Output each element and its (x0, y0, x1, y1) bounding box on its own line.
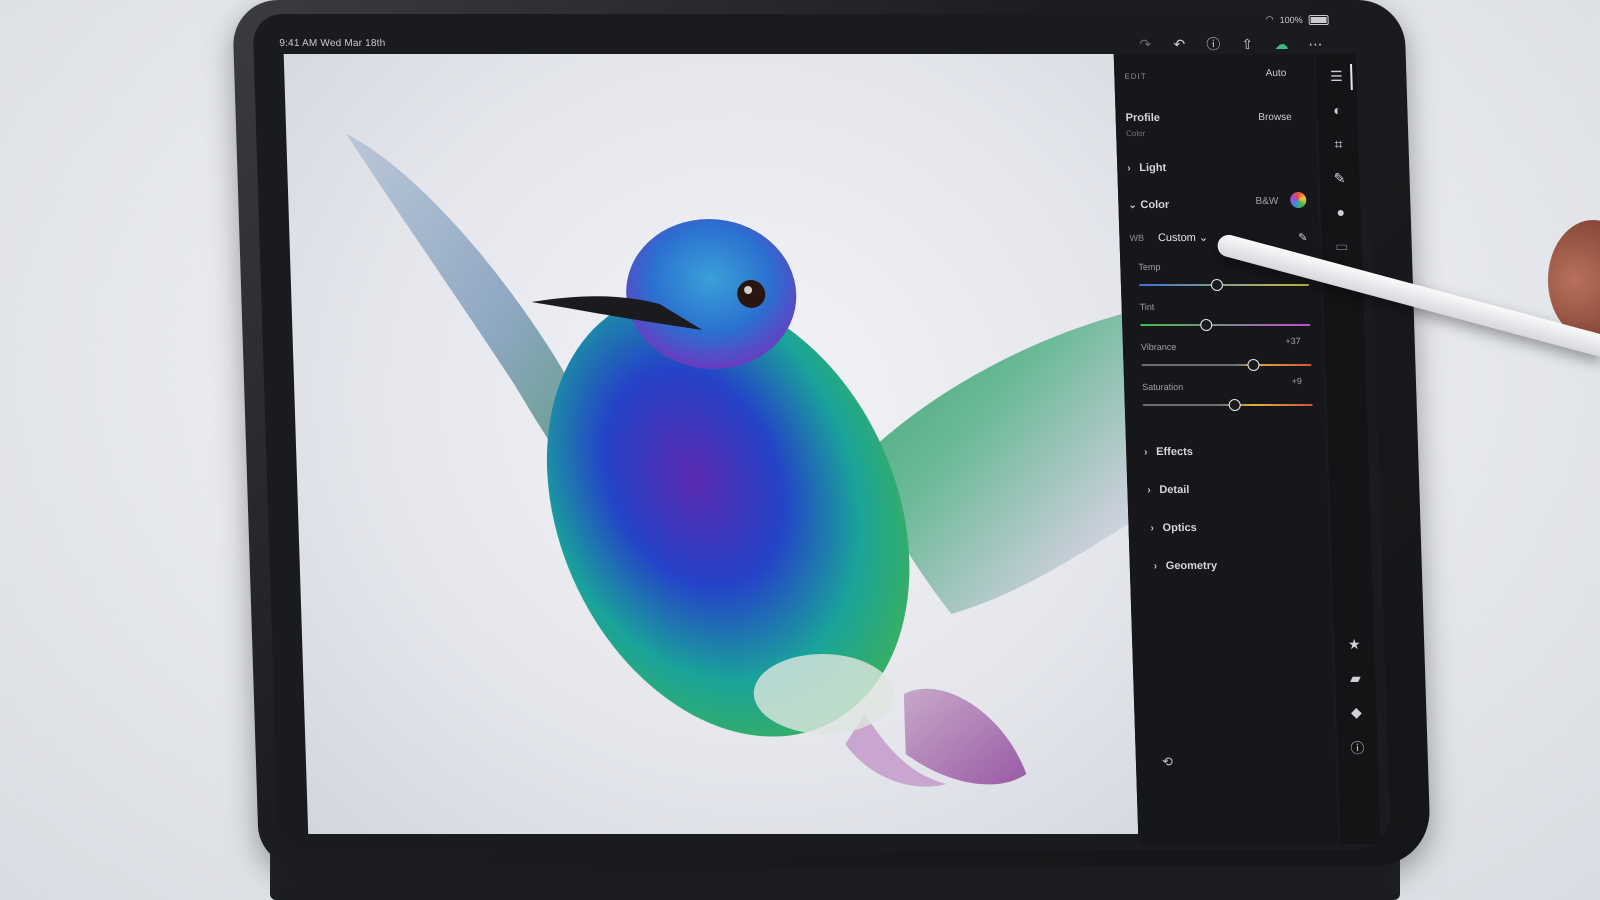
wb-label: WB (1129, 232, 1145, 243)
chevron-right-icon: › (1127, 162, 1131, 174)
auto-button[interactable]: Auto (1266, 68, 1287, 79)
status-indicators: ◠ 100% (1266, 14, 1329, 25)
undo-icon[interactable]: ↶ (1169, 34, 1190, 54)
battery-icon (1308, 14, 1329, 25)
vibrance-label: Vibrance (1140, 342, 1177, 352)
saturation-slider-thumb[interactable] (1228, 399, 1241, 411)
section-optics-label: Optics (1162, 522, 1198, 534)
tint-slider-track[interactable] (1140, 324, 1311, 326)
chevron-right-icon: › (1147, 484, 1151, 496)
vibrance-value: +37 (1285, 336, 1301, 346)
redo-icon[interactable]: ↷ (1135, 34, 1156, 54)
section-detail[interactable]: › Detail (1147, 484, 1317, 496)
chevron-down-icon: ⌄ (1128, 199, 1138, 211)
tag-icon[interactable]: ◆ (1346, 702, 1367, 722)
vibrance-slider-thumb[interactable] (1247, 359, 1260, 371)
vibrance-slider-track[interactable] (1141, 364, 1312, 366)
section-geometry-label: Geometry (1165, 560, 1218, 572)
chevron-right-icon: › (1153, 560, 1158, 572)
edit-sliders-icon[interactable]: ☰ (1326, 66, 1347, 86)
ipad-device: 9:41 AM Wed Mar 18th ◠ 100% ‹ ↷ ↶ ⓘ ⇧ ☁ … (232, 0, 1432, 866)
chevron-right-icon: › (1144, 446, 1148, 458)
section-light[interactable]: › Light (1127, 162, 1307, 174)
hummingbird-photo (346, 134, 1129, 787)
star-icon[interactable]: ★ (1344, 634, 1365, 654)
bw-button[interactable]: B&W (1255, 196, 1278, 207)
battery-label: 100% (1279, 14, 1303, 25)
section-light-label: Light (1139, 162, 1167, 174)
edit-panel: EDIT Auto Profile Color Browse › Light ⌄… (1113, 54, 1339, 844)
wb-select-value: Custom (1157, 232, 1197, 244)
tint-slider-thumb[interactable] (1200, 319, 1213, 331)
temp-slider-track[interactable] (1138, 284, 1309, 286)
section-effects-label: Effects (1156, 446, 1194, 458)
section-geometry[interactable]: › Geometry (1154, 560, 1320, 572)
tint-label: Tint (1139, 302, 1155, 312)
wb-select[interactable]: Custom ⌄ (1158, 231, 1209, 244)
masking-icon[interactable]: ◐ (1327, 100, 1348, 120)
section-color[interactable]: ⌄ Color (1128, 199, 1308, 211)
presets-icon[interactable]: ▭ (1331, 236, 1352, 256)
help-icon[interactable]: ⓘ (1203, 34, 1224, 54)
crop-icon[interactable]: ⌗ (1328, 134, 1349, 154)
share-icon[interactable]: ⇧ (1237, 34, 1258, 54)
section-detail-label: Detail (1159, 484, 1190, 496)
photo-canvas[interactable] (283, 54, 1139, 834)
more-icon[interactable]: ⋯ (1305, 34, 1326, 54)
chevron-down-icon: ⌄ (1198, 232, 1209, 244)
comment-icon[interactable]: ▰ (1345, 668, 1366, 688)
brush-icon[interactable]: ✎ (1329, 168, 1350, 188)
top-toolbar: ↷ ↶ ⓘ ⇧ ☁ ⋯ (1135, 34, 1326, 54)
healing-icon[interactable]: ● (1330, 202, 1351, 222)
status-time-date: 9:41 AM Wed Mar 18th (279, 38, 386, 49)
app-screen: 9:41 AM Wed Mar 18th ◠ 100% ‹ ↷ ↶ ⓘ ⇧ ☁ … (252, 14, 1391, 850)
temp-slider-thumb[interactable] (1210, 279, 1224, 291)
section-effects[interactable]: › Effects (1144, 446, 1316, 458)
wifi-icon: ◠ (1265, 14, 1274, 24)
temp-label: Temp (1138, 262, 1161, 272)
color-mixer-icon[interactable] (1290, 192, 1307, 208)
cloud-sync-icon[interactable]: ☁ (1271, 34, 1292, 54)
info-icon[interactable]: ⓘ (1347, 738, 1368, 758)
saturation-label: Saturation (1142, 382, 1184, 392)
chevron-right-icon: › (1150, 522, 1155, 534)
active-tool-indicator (1350, 64, 1353, 90)
history-icon[interactable]: ⟲ (1162, 754, 1173, 770)
browse-button[interactable]: Browse (1258, 112, 1292, 123)
saturation-value: +9 (1291, 376, 1303, 386)
section-optics[interactable]: › Optics (1150, 522, 1318, 534)
profile-value: Color (1126, 129, 1146, 138)
section-color-label: Color (1140, 199, 1170, 211)
eyedropper-icon[interactable]: ✎ (1298, 231, 1308, 244)
